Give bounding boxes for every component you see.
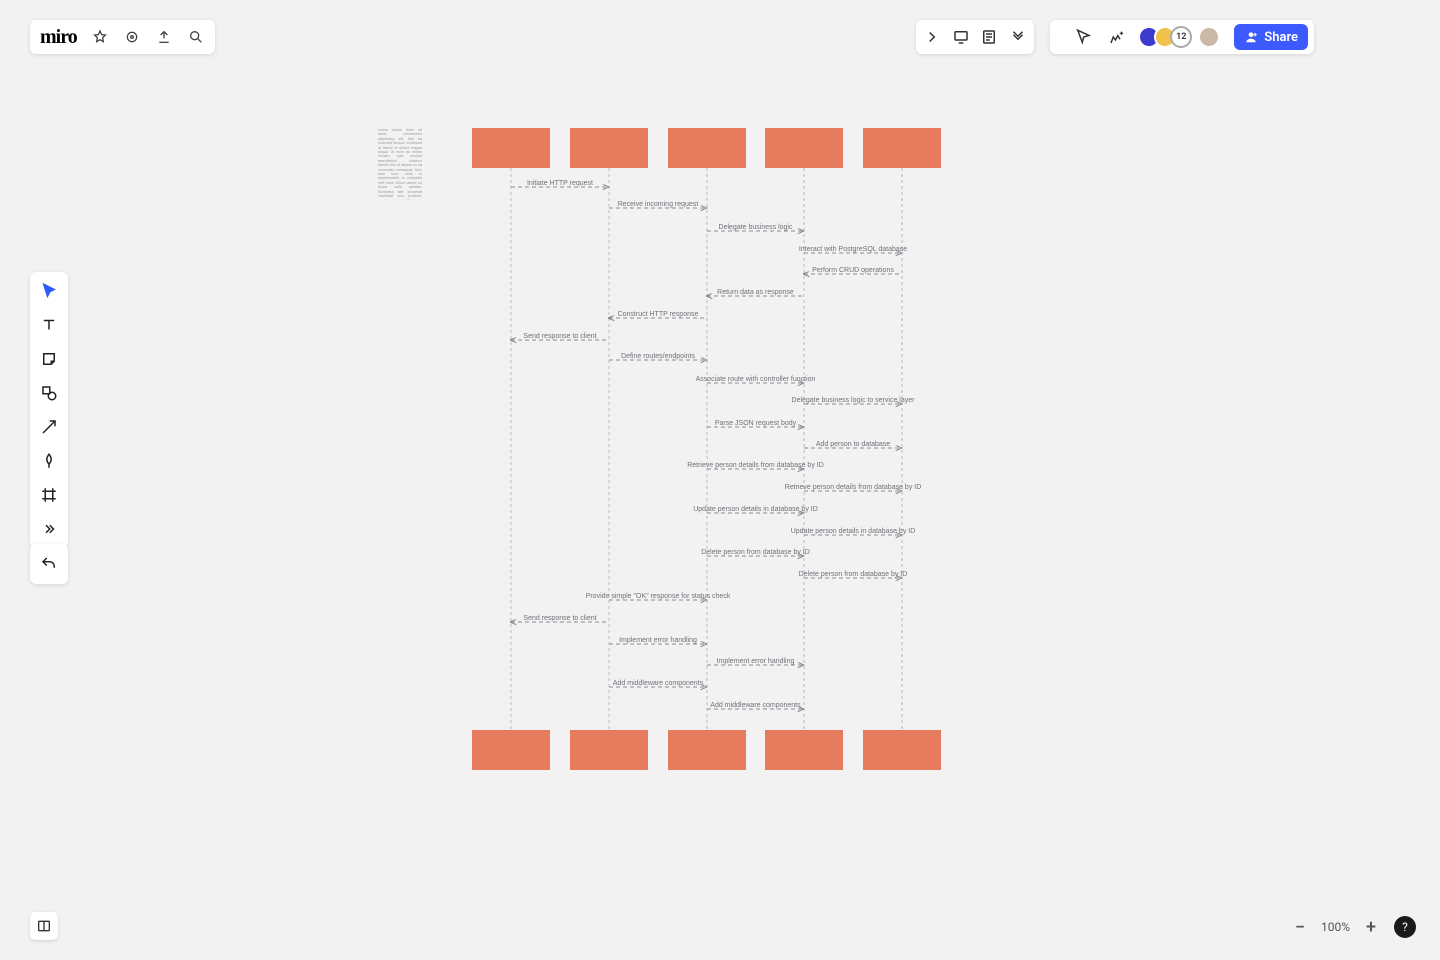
svg-text:Interact with PostgreSQL datab: Interact with PostgreSQL database <box>799 246 907 253</box>
svg-text:Construct HTTP response: Construct HTTP response <box>618 311 699 318</box>
svg-text:Perform CRUD operations: Perform CRUD operations <box>812 267 894 274</box>
export-icon[interactable] <box>155 28 173 46</box>
select-tool[interactable] <box>36 278 62 304</box>
svg-text:Delete person from database by: Delete person from database by ID <box>799 571 908 578</box>
svg-text:Retrieve person details from d: Retrieve person details from database by… <box>687 462 824 469</box>
svg-text:Update person details in datab: Update person details in database by ID <box>791 528 916 535</box>
chevron-right-icon[interactable] <box>922 24 943 50</box>
share-button[interactable]: Share <box>1234 24 1308 50</box>
svg-text:Delete person from database by: Delete person from database by ID <box>701 549 810 556</box>
svg-text:Delegate business logic to ser: Delegate business logic to service layer <box>792 397 916 404</box>
settings-icon[interactable] <box>123 28 141 46</box>
svg-text:Update person details in datab: Update person details in database by ID <box>693 506 818 513</box>
collaboration-group: 12 Share <box>1050 20 1314 54</box>
arrow-tool[interactable] <box>36 414 62 440</box>
svg-text:Return data as response: Return data as response <box>717 289 794 296</box>
search-icon[interactable] <box>187 28 205 46</box>
svg-text:Add middleware components: Add middleware components <box>613 680 704 687</box>
zoom-value[interactable]: 100% <box>1317 920 1354 934</box>
shapes-tool[interactable] <box>36 380 62 406</box>
svg-text:Add person to database: Add person to database <box>816 441 890 448</box>
collaborator-avatars[interactable]: 12 <box>1138 26 1220 48</box>
app-logo: miro <box>40 26 77 49</box>
chevron-down-icon[interactable] <box>1008 24 1029 50</box>
panel-toggle-button[interactable] <box>30 912 58 940</box>
undo-button[interactable] <box>30 544 68 584</box>
svg-text:Provide simple "OK" response f: Provide simple "OK" response for status … <box>586 593 731 600</box>
more-tools-icon[interactable] <box>36 516 62 542</box>
avatar-more-count[interactable]: 12 <box>1170 26 1192 48</box>
svg-text:Implement error handling: Implement error handling <box>717 658 795 665</box>
star-icon[interactable] <box>91 28 109 46</box>
svg-text:Define routes/endpoints: Define routes/endpoints <box>621 353 695 360</box>
present-icon[interactable] <box>951 24 972 50</box>
frame-tool[interactable] <box>36 482 62 508</box>
svg-text:Add middleware components: Add middleware components <box>710 702 801 709</box>
svg-text:Implement error handling: Implement error handling <box>619 637 697 644</box>
reactions-icon[interactable] <box>1104 24 1130 50</box>
svg-text:Associate route with controlle: Associate route with controller function <box>696 376 816 383</box>
svg-text:Receive incoming request: Receive incoming request <box>618 201 699 208</box>
help-button[interactable]: ? <box>1394 916 1416 938</box>
svg-text:Send response to client: Send response to client <box>523 615 596 622</box>
svg-text:Send response to client: Send response to client <box>523 333 596 340</box>
cursor-mode-icon[interactable] <box>1070 24 1096 50</box>
notes-icon[interactable] <box>979 24 1000 50</box>
svg-text:Parse JSON request body: Parse JSON request body <box>715 420 797 427</box>
svg-text:Initiate HTTP request: Initiate HTTP request <box>527 180 593 187</box>
zoom-out-button[interactable]: − <box>1289 916 1311 938</box>
avatar[interactable] <box>1198 26 1220 48</box>
top-actions-group <box>916 20 1034 54</box>
canvas[interactable]: Lorem ipsum dolor sit amet, consectetur … <box>0 0 1440 960</box>
sticky-tool[interactable] <box>36 346 62 372</box>
svg-text:Retrieve person details from d: Retrieve person details from database by… <box>785 484 922 491</box>
sequence-diagram: Initiate HTTP request Receive incoming re… <box>0 0 1440 960</box>
svg-text:Delegate business logic: Delegate business logic <box>719 224 793 231</box>
pen-tool[interactable] <box>36 448 62 474</box>
left-toolbar <box>30 272 68 548</box>
logo-bar: miro <box>30 20 215 54</box>
zoom-controls: − 100% + ? <box>1289 912 1416 942</box>
text-tool[interactable] <box>36 312 62 338</box>
share-label: Share <box>1264 30 1298 45</box>
zoom-in-button[interactable]: + <box>1360 916 1382 938</box>
